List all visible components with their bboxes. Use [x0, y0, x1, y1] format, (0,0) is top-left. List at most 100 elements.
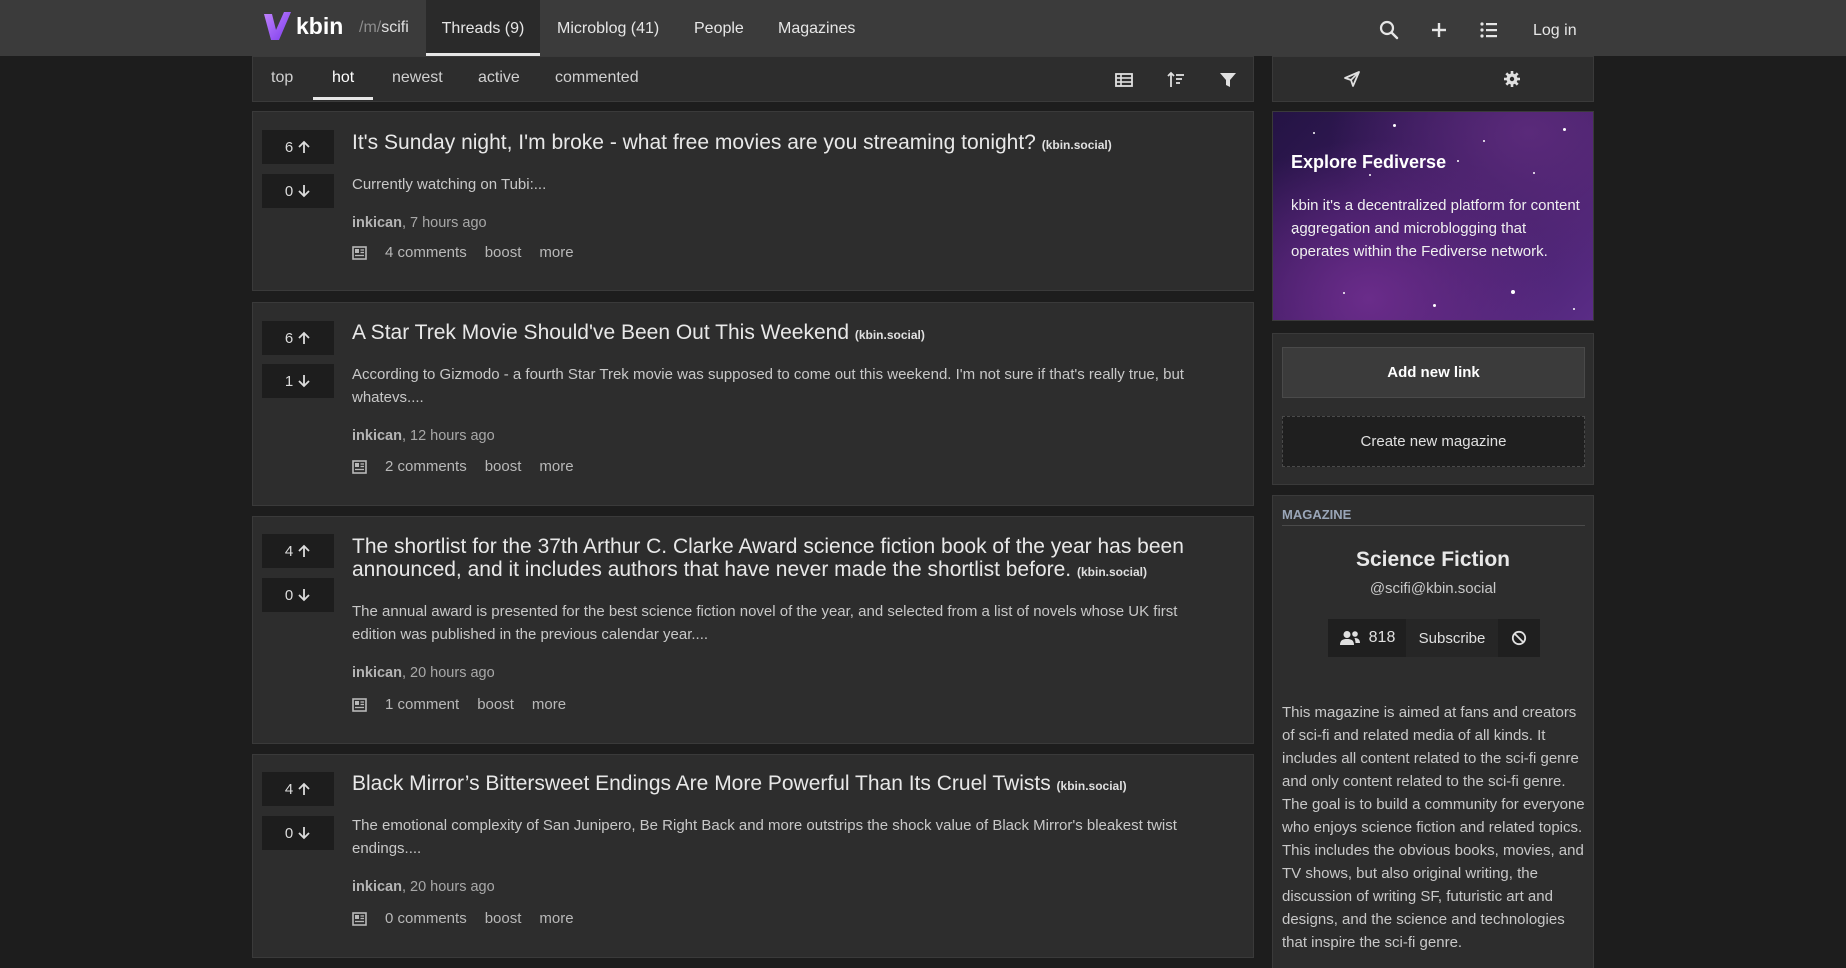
magazine-description: This magazine is aimed at fans and creat… — [1282, 704, 1585, 951]
post-time: , 20 hours ago — [401, 665, 495, 681]
post-author[interactable]: inkican — [352, 215, 402, 231]
post-title-text: The shortlist for the 37th Arthur C. Cla… — [352, 535, 1184, 581]
tab-people[interactable]: People — [694, 0, 744, 56]
post-title[interactable]: It's Sunday night, I'm broke - what free… — [352, 131, 1213, 157]
tab-microblog[interactable]: Microblog (41) — [557, 0, 659, 56]
post-title[interactable]: The shortlist for the 37th Arthur C. Cla… — [352, 535, 1213, 584]
sort-bar: top hot newest active commented — [252, 56, 1254, 102]
star-decoration — [1533, 172, 1535, 174]
boost-button[interactable]: boost — [485, 910, 522, 927]
arrow-down-icon — [298, 185, 310, 198]
tab-magazines[interactable]: Magazines — [778, 0, 855, 56]
comments-link[interactable]: 0 comments — [385, 910, 467, 927]
comments-link[interactable]: 4 comments — [385, 244, 467, 261]
star-decoration — [1433, 304, 1436, 307]
star-decoration — [1313, 132, 1315, 134]
post-excerpt: The emotional complexity of San Junipero… — [352, 817, 1177, 857]
more-button[interactable]: more — [539, 244, 573, 261]
post-excerpt: The annual award is presented for the be… — [352, 603, 1178, 643]
kbin-logo-icon — [264, 12, 291, 40]
upvote-button[interactable]: 4 — [262, 772, 334, 806]
list-icon[interactable] — [1479, 20, 1499, 40]
upvote-button[interactable]: 4 — [262, 534, 334, 568]
star-decoration — [1343, 292, 1345, 294]
post-time: , 12 hours ago — [401, 428, 495, 444]
arrow-down-icon — [298, 375, 310, 388]
thread-post: 6 1 A Star Trek Movie Should've Been Out… — [252, 302, 1254, 506]
sort-top[interactable]: top — [271, 69, 293, 87]
boost-button[interactable]: boost — [477, 696, 514, 713]
table-view-icon[interactable] — [1115, 71, 1133, 89]
comments-link[interactable]: 2 comments — [385, 458, 467, 475]
star-decoration — [1563, 128, 1566, 131]
post-actions: 2 comments boost more — [352, 458, 592, 475]
gear-icon[interactable] — [1503, 70, 1521, 88]
post-domain[interactable]: (kbin.social) — [1042, 138, 1112, 152]
sort-active[interactable]: active — [478, 69, 520, 87]
sort-icon[interactable] — [1167, 71, 1185, 89]
post-title-text: It's Sunday night, I'm broke - what free… — [352, 131, 1036, 154]
newspaper-icon — [352, 459, 367, 474]
upvote-count: 6 — [284, 329, 294, 347]
post-actions: 1 comment boost more — [352, 696, 584, 713]
post-title[interactable]: Black Mirror’s Bittersweet Endings Are M… — [352, 772, 1213, 798]
add-new-link-button[interactable]: Add new link — [1282, 347, 1585, 398]
explore-text: kbin it's a decentralized platform for c… — [1291, 197, 1580, 260]
magazine-info-panel: MAGAZINE Science Fiction @scifi@kbin.soc… — [1272, 495, 1594, 968]
explore-fediverse-banner[interactable]: Explore Fediverse kbin it's a decentrali… — [1272, 111, 1594, 321]
downvote-button[interactable]: 0 — [262, 174, 334, 208]
post-domain[interactable]: (kbin.social) — [1057, 779, 1127, 793]
kbin-logo[interactable]: kbin — [262, 10, 343, 42]
star-decoration — [1511, 290, 1515, 294]
upvote-button[interactable]: 6 — [262, 130, 334, 164]
arrow-up-icon — [298, 331, 310, 344]
post-domain[interactable]: (kbin.social) — [1077, 565, 1147, 579]
boost-button[interactable]: boost — [485, 244, 522, 261]
post-author[interactable]: inkican — [352, 879, 402, 895]
post-meta: inkican, 20 hours ago — [352, 879, 495, 895]
filter-icon[interactable] — [1219, 71, 1237, 89]
downvote-button[interactable]: 0 — [262, 816, 334, 850]
post-title-text: Black Mirror’s Bittersweet Endings Are M… — [352, 772, 1051, 795]
post-actions: 0 comments boost more — [352, 910, 592, 927]
downvote-count: 0 — [284, 182, 294, 200]
arrow-up-icon — [298, 544, 310, 557]
boost-button[interactable]: boost — [485, 458, 522, 475]
arrow-up-icon — [298, 782, 310, 795]
tab-threads[interactable]: Threads (9) — [426, 0, 540, 56]
downvote-button[interactable]: 1 — [262, 364, 334, 398]
more-button[interactable]: more — [539, 458, 573, 475]
post-author[interactable]: inkican — [352, 428, 402, 444]
arrow-down-icon — [298, 589, 310, 602]
magazine-breadcrumb[interactable]: /m/scifi — [359, 19, 409, 37]
magazine-name[interactable]: Science Fiction — [1273, 548, 1593, 572]
sort-commented[interactable]: commented — [555, 69, 639, 87]
upvote-button[interactable]: 6 — [262, 321, 334, 355]
post-title[interactable]: A Star Trek Movie Should've Been Out Thi… — [352, 321, 1213, 347]
login-link[interactable]: Log in — [1533, 22, 1577, 40]
star-decoration — [1457, 160, 1459, 162]
downvote-button[interactable]: 0 — [262, 578, 334, 612]
star-decoration — [1393, 124, 1396, 127]
block-button[interactable] — [1498, 619, 1540, 657]
more-button[interactable]: more — [532, 696, 566, 713]
post-domain[interactable]: (kbin.social) — [855, 328, 925, 342]
create-magazine-button[interactable]: Create new magazine — [1282, 416, 1585, 467]
downvote-count: 1 — [284, 372, 294, 390]
newspaper-icon — [352, 245, 367, 260]
subscribe-button[interactable]: Subscribe — [1406, 619, 1498, 657]
magazine-handle: @scifi@kbin.social — [1369, 580, 1497, 597]
post-author[interactable]: inkican — [352, 665, 402, 681]
more-button[interactable]: more — [539, 910, 573, 927]
sort-hot[interactable]: hot — [332, 69, 354, 87]
comments-link[interactable]: 1 comment — [385, 696, 459, 713]
post-time: , 7 hours ago — [401, 215, 487, 231]
send-icon[interactable] — [1343, 70, 1361, 88]
plus-icon[interactable] — [1429, 20, 1449, 40]
sort-newest[interactable]: newest — [392, 69, 443, 87]
subscriber-count: 818 — [1328, 619, 1406, 657]
search-icon[interactable] — [1379, 20, 1399, 40]
sidebar-actions: Add new link Create new magazine — [1272, 333, 1594, 485]
post-meta: inkican, 20 hours ago — [352, 665, 495, 681]
block-icon — [1511, 630, 1527, 646]
